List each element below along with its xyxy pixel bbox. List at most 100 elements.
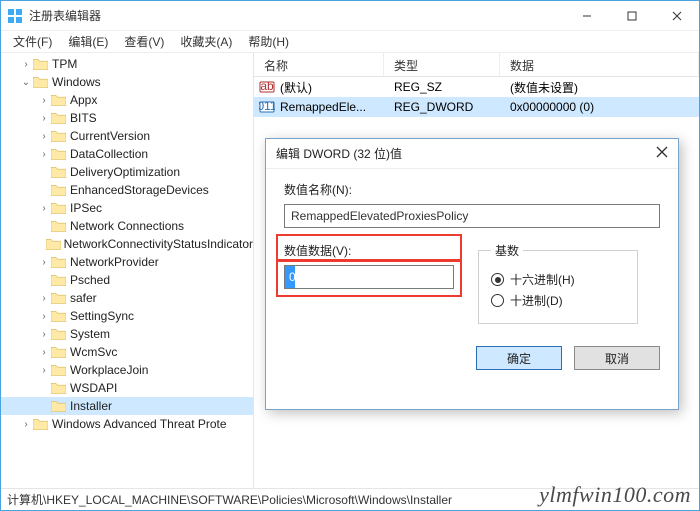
cell-data: 0x00000000 (0): [500, 100, 699, 114]
dword-value-icon: 011: [258, 99, 276, 115]
tree-item[interactable]: ›BITS: [1, 109, 253, 127]
value-data-group: 数值数据(V):: [284, 242, 454, 324]
chevron-right-icon[interactable]: ›: [37, 203, 51, 214]
menu-edit[interactable]: 编辑(E): [60, 31, 116, 52]
col-header-data[interactable]: 数据: [500, 53, 699, 76]
tree-item-label: Windows Advanced Threat Prote: [52, 417, 227, 431]
tree-item[interactable]: EnhancedStorageDevices: [1, 181, 253, 199]
folder-icon: [51, 219, 67, 233]
folder-icon: [51, 363, 67, 377]
ok-button[interactable]: 确定: [476, 346, 562, 370]
dialog-close-button[interactable]: [656, 146, 668, 161]
folder-icon: [51, 201, 67, 215]
value-data-input[interactable]: [284, 265, 454, 289]
folder-icon: [51, 273, 67, 287]
tree-item-label: System: [70, 327, 110, 341]
chevron-down-icon[interactable]: ⌄: [19, 77, 33, 88]
folder-icon: [33, 75, 49, 89]
menu-favorites[interactable]: 收藏夹(A): [172, 31, 240, 52]
folder-icon: [51, 147, 67, 161]
list-row[interactable]: 011RemappedEle...REG_DWORD0x00000000 (0): [254, 97, 699, 117]
tree-item[interactable]: Network Connections: [1, 217, 253, 235]
chevron-right-icon[interactable]: ›: [19, 59, 33, 70]
value-name-label: 数值名称(N):: [284, 181, 660, 198]
tree-item[interactable]: › WorkplaceJoin: [1, 361, 253, 379]
cancel-button[interactable]: 取消: [574, 346, 660, 370]
chevron-right-icon[interactable]: ›: [37, 365, 51, 376]
chevron-right-icon[interactable]: ›: [37, 95, 51, 106]
tree-item[interactable]: › safer: [1, 289, 253, 307]
tree-item[interactable]: ›TPM: [1, 55, 253, 73]
folder-icon: [33, 417, 49, 431]
folder-icon: [51, 327, 67, 341]
chevron-right-icon[interactable]: ›: [37, 311, 51, 322]
tree-item[interactable]: › CurrentVersion: [1, 127, 253, 145]
folder-icon: [51, 183, 67, 197]
list-row[interactable]: ab(默认)REG_SZ(数值未设置): [254, 77, 699, 97]
tree-item-label: WorkplaceJoin: [70, 363, 148, 377]
value-name-input[interactable]: [284, 204, 660, 228]
menu-file[interactable]: 文件(F): [5, 31, 60, 52]
cell-name: (默认): [280, 79, 384, 96]
tree-item[interactable]: DeliveryOptimization: [1, 163, 253, 181]
folder-icon: [51, 129, 67, 143]
tree-item-label: Installer: [70, 399, 112, 413]
tree-item[interactable]: › Appx: [1, 91, 253, 109]
menu-view[interactable]: 查看(V): [116, 31, 172, 52]
tree-item[interactable]: Psched: [1, 271, 253, 289]
tree-item[interactable]: Installer: [1, 397, 253, 415]
tree-item-label: Appx: [70, 93, 97, 107]
col-header-name[interactable]: 名称: [254, 53, 384, 76]
tree-item[interactable]: › System: [1, 325, 253, 343]
tree-item[interactable]: ⌄ Windows: [1, 73, 253, 91]
chevron-right-icon[interactable]: ›: [19, 419, 33, 430]
tree-item[interactable]: NetworkConnectivityStatusIndicator: [1, 235, 253, 253]
tree-item-label: DeliveryOptimization: [70, 165, 180, 179]
tree-view[interactable]: ›TPM⌄Windows›Appx›BITS›CurrentVersion›Da…: [1, 53, 254, 488]
folder-icon: [51, 381, 67, 395]
cell-name: RemappedEle...: [280, 100, 384, 114]
tree-item[interactable]: › Windows Advanced Threat Prote: [1, 415, 253, 433]
regedit-icon: [7, 8, 23, 24]
folder-icon: [51, 291, 67, 305]
tree-item[interactable]: ›WcmSvc: [1, 343, 253, 361]
svg-text:ab: ab: [260, 79, 274, 93]
folder-icon: [51, 399, 67, 413]
tree-item[interactable]: ›DataCollection: [1, 145, 253, 163]
tree-item[interactable]: ›NetworkProvider: [1, 253, 253, 271]
chevron-right-icon[interactable]: ›: [37, 329, 51, 340]
radio-dec-indicator: [491, 294, 504, 307]
tree-item-label: CurrentVersion: [70, 129, 150, 143]
minimize-button[interactable]: [564, 1, 609, 30]
tree-item-label: EnhancedStorageDevices: [70, 183, 209, 197]
chevron-right-icon[interactable]: ›: [37, 347, 51, 358]
value-data-label: 数值数据(V):: [284, 242, 454, 259]
chevron-right-icon[interactable]: ›: [37, 131, 51, 142]
col-header-type[interactable]: 类型: [384, 53, 500, 76]
chevron-right-icon[interactable]: ›: [37, 113, 51, 124]
dialog-title: 编辑 DWORD (32 位)值: [276, 145, 656, 162]
maximize-button[interactable]: [609, 1, 654, 30]
menu-help[interactable]: 帮助(H): [240, 31, 297, 52]
cell-data: (数值未设置): [500, 79, 699, 96]
radio-hex-label: 十六进制(H): [510, 271, 575, 288]
close-button[interactable]: [654, 1, 699, 30]
tree-item[interactable]: › IPSec: [1, 199, 253, 217]
tree-item-label: IPSec: [70, 201, 102, 215]
chevron-right-icon[interactable]: ›: [37, 293, 51, 304]
chevron-right-icon[interactable]: ›: [37, 257, 51, 268]
radio-dec[interactable]: 十进制(D): [491, 292, 625, 309]
folder-icon: [51, 93, 67, 107]
chevron-right-icon[interactable]: ›: [37, 149, 51, 160]
status-path: 计算机\HKEY_LOCAL_MACHINE\SOFTWARE\Policies…: [7, 491, 452, 508]
tree-item-label: Windows: [52, 75, 101, 89]
svg-text:011: 011: [259, 99, 275, 113]
tree-item[interactable]: WSDAPI: [1, 379, 253, 397]
radio-hex[interactable]: 十六进制(H): [491, 271, 625, 288]
tree-item-label: safer: [70, 291, 97, 305]
radio-dec-label: 十进制(D): [510, 292, 563, 309]
string-value-icon: ab: [258, 79, 276, 95]
folder-icon: [51, 345, 67, 359]
folder-icon: [51, 165, 67, 179]
tree-item[interactable]: ›SettingSync: [1, 307, 253, 325]
